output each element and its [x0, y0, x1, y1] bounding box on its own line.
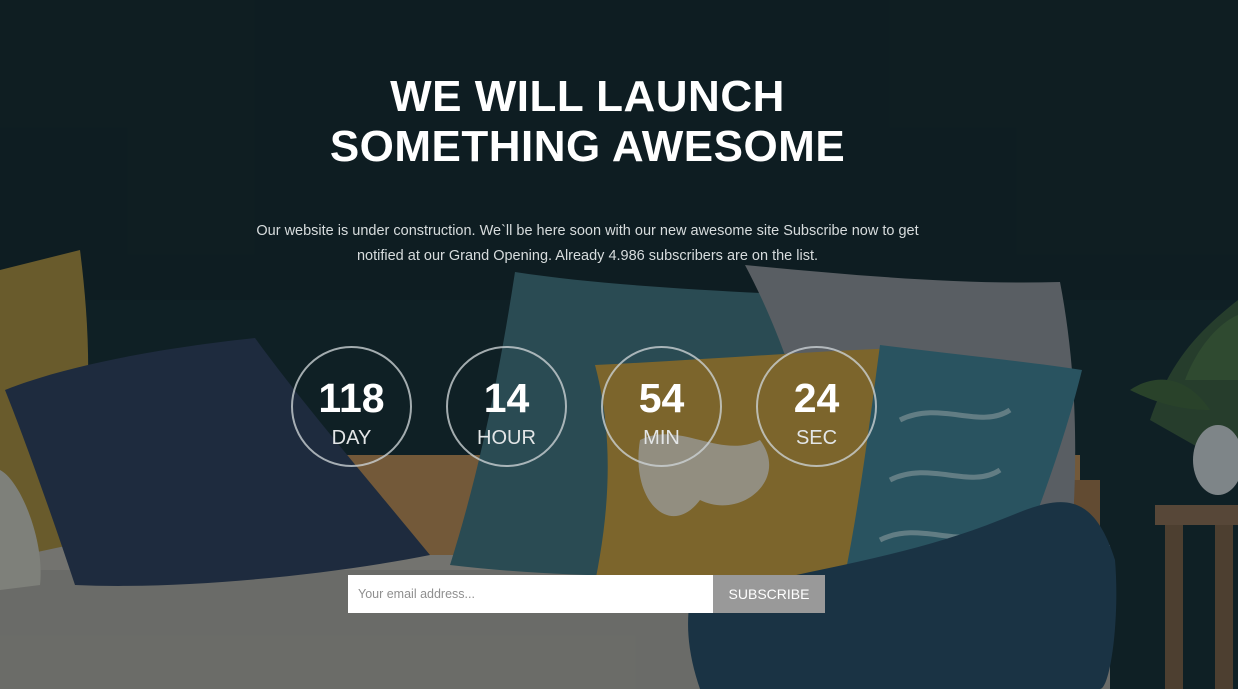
countdown-days-label: DAY	[331, 427, 372, 449]
coming-soon-page: WE WILL LAUNCH SOMETHING AWESOME Our web…	[0, 0, 1238, 689]
page-headline: WE WILL LAUNCH SOMETHING AWESOME	[0, 72, 1175, 172]
countdown-minutes-value: 54	[638, 375, 685, 421]
email-input[interactable]	[348, 575, 713, 613]
countdown-hours-label: HOUR	[477, 427, 536, 449]
countdown-minutes: 54 MIN	[601, 346, 722, 467]
headline-line-2: SOMETHING AWESOME	[329, 122, 846, 171]
countdown-days-value: 118	[318, 375, 385, 421]
countdown-hours: 14 HOUR	[446, 346, 567, 467]
countdown-hours-value: 14	[483, 375, 530, 421]
countdown-seconds: 24 SEC	[756, 346, 877, 467]
main-content: WE WILL LAUNCH SOMETHING AWESOME Our web…	[0, 0, 1238, 689]
headline-line-1: WE WILL LAUNCH	[390, 72, 785, 121]
countdown-seconds-label: SEC	[795, 427, 838, 449]
countdown-days: 118 DAY	[291, 346, 412, 467]
countdown-timer: 118 DAY 14 HOUR 54 MIN 24 SEC	[291, 346, 886, 472]
countdown-minutes-label: MIN	[643, 427, 680, 449]
subscribe-button[interactable]: SUBSCRIBE	[713, 575, 825, 613]
page-description: Our website is under construction. We`ll…	[256, 223, 919, 264]
countdown-seconds-value: 24	[793, 375, 840, 421]
subscribe-form: SUBSCRIBE	[348, 575, 825, 613]
